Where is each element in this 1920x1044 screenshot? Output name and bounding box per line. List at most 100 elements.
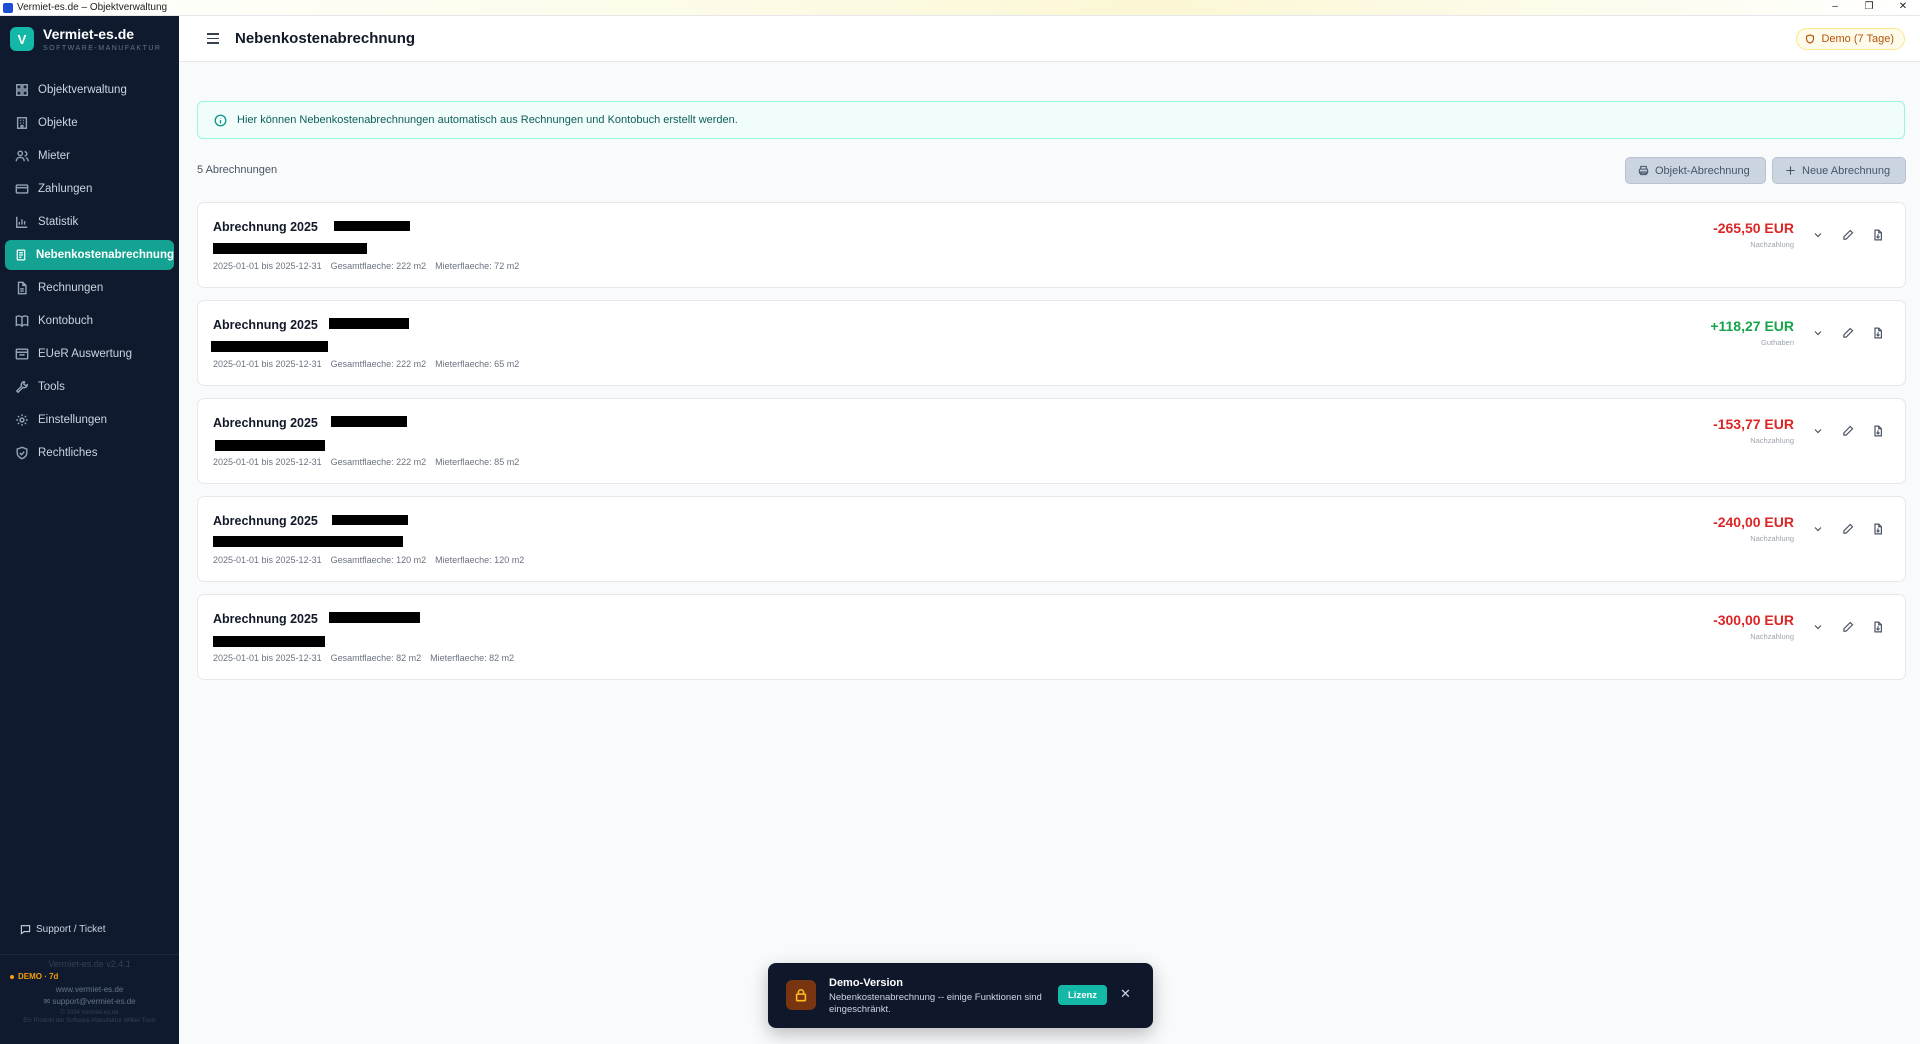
- object-statement-button[interactable]: Objekt-Abrechnung: [1625, 157, 1766, 184]
- chevron-down-icon: [1814, 331, 1822, 336]
- statement-tenant-area: Mieterflaeche: 65 m2: [435, 359, 520, 369]
- statement-card[interactable]: Abrechnung 2025 2025-01-01 bis 2025-12-3…: [197, 202, 1906, 288]
- toast-message: Nebenkostenabrechnung -- einige Funktion…: [829, 992, 1042, 1015]
- export-pdf-button[interactable]: [1869, 618, 1887, 636]
- shield-icon: [1806, 34, 1815, 44]
- edit-button[interactable]: [1839, 422, 1857, 440]
- demo-tag: DEMO · 7d: [10, 972, 58, 981]
- statement-amount: +118,27 EUR: [1710, 318, 1794, 334]
- maximize-button[interactable]: ❐: [1852, 0, 1886, 16]
- license-button[interactable]: Lizenz: [1058, 985, 1108, 1005]
- redacted-text: [332, 515, 408, 525]
- object-statement-label: Objekt-Abrechnung: [1655, 164, 1750, 177]
- sidebar-item-label: Rechnungen: [38, 282, 104, 294]
- edit-button[interactable]: [1839, 520, 1857, 538]
- expand-button[interactable]: [1809, 226, 1827, 244]
- statement-amount-type: Nachzahlung: [1750, 436, 1794, 445]
- support-email-link[interactable]: ✉ support@vermiet-es.de: [0, 997, 179, 1006]
- sidebar-item-zahlungen[interactable]: Zahlungen: [5, 174, 174, 204]
- statement-title: Abrechnung 2025: [213, 514, 318, 528]
- support-email: support@vermiet-es.de: [52, 997, 136, 1006]
- brand[interactable]: V Vermiet-es.de SOFTWARE-MANUFAKTUR: [0, 16, 179, 62]
- sidebar-item-nebenkostenabrechnung[interactable]: Nebenkostenabrechnung: [5, 240, 174, 270]
- file-export-icon: [1874, 523, 1882, 535]
- new-statement-button[interactable]: Neue Abrechnung: [1772, 157, 1906, 184]
- expand-button[interactable]: [1809, 324, 1827, 342]
- statement-amount: -240,00 EUR: [1713, 514, 1794, 530]
- edit-button[interactable]: [1839, 324, 1857, 342]
- statement-card[interactable]: Abrechnung 2025 2025-01-01 bis 2025-12-3…: [197, 594, 1906, 680]
- expand-button[interactable]: [1809, 422, 1827, 440]
- info-icon: [214, 114, 227, 126]
- export-pdf-button[interactable]: [1869, 324, 1887, 342]
- demo-badge[interactable]: Demo (7 Tage): [1796, 28, 1905, 50]
- statement-meta: 2025-01-01 bis 2025-12-31 Gesamtflaeche:…: [213, 555, 524, 565]
- sidebar-item-kontobuch[interactable]: Kontobuch: [5, 306, 174, 336]
- edit-button[interactable]: [1839, 618, 1857, 636]
- redacted-text: [215, 440, 325, 451]
- wrench-icon: [15, 381, 29, 394]
- redacted-text: [329, 612, 420, 623]
- statement-title: Abrechnung 2025: [213, 416, 318, 430]
- message-icon: [20, 925, 31, 935]
- statement-period: 2025-01-01 bis 2025-12-31: [213, 359, 322, 369]
- chevron-down-icon: [1814, 527, 1822, 532]
- sidebar-item-mieter[interactable]: Mieter: [5, 141, 174, 171]
- brand-logo: V: [10, 27, 34, 51]
- pencil-icon: [1843, 229, 1854, 240]
- statement-card[interactable]: Abrechnung 2025 2025-01-01 bis 2025-12-3…: [197, 496, 1906, 582]
- support-label: Support / Ticket: [36, 924, 106, 935]
- sidebar-item-statistik[interactable]: Statistik: [5, 207, 174, 237]
- info-banner: Hier können Nebenkostenabrechnungen auto…: [197, 101, 1905, 139]
- app-icon: [3, 2, 13, 13]
- expand-button[interactable]: [1809, 618, 1827, 636]
- sidebar-item-euer-auswertung[interactable]: EUeR Auswertung: [5, 339, 174, 369]
- window-title: Vermiet-es.de – Objektverwaltung: [17, 2, 168, 13]
- statement-total-area: Gesamtflaeche: 222 m2: [330, 457, 427, 467]
- statement-total-area: Gesamtflaeche: 222 m2: [330, 359, 427, 369]
- statement-tenant-area: Mieterflaeche: 82 m2: [430, 653, 515, 663]
- export-pdf-button[interactable]: [1869, 520, 1887, 538]
- sidebar-item-label: Nebenkostenabrechnung: [35, 249, 174, 261]
- page-header: Nebenkostenabrechnung Demo (7 Tage): [179, 16, 1920, 62]
- toast-title: Demo-Version: [829, 977, 903, 989]
- sidebar-item-rechtliches[interactable]: Rechtliches: [5, 438, 174, 468]
- sidebar-item-einstellungen[interactable]: Einstellungen: [5, 405, 174, 435]
- sidebar-item-label: EUeR Auswertung: [38, 348, 132, 360]
- sidebar-item-objekte[interactable]: Objekte: [5, 108, 174, 138]
- statement-meta: 2025-01-01 bis 2025-12-31 Gesamtflaeche:…: [213, 359, 519, 369]
- sidebar-item-label: Einstellungen: [38, 414, 108, 426]
- users-icon: [15, 150, 29, 162]
- export-pdf-button[interactable]: [1869, 226, 1887, 244]
- export-pdf-button[interactable]: [1869, 422, 1887, 440]
- window-titlebar: Vermiet-es.de – Objektverwaltung – ❐ ✕: [0, 0, 1920, 16]
- sidebar-item-rechnungen[interactable]: Rechnungen: [5, 273, 174, 303]
- chevron-down-icon: [1814, 429, 1822, 434]
- statement-card[interactable]: Abrechnung 2025 2025-01-01 bis 2025-12-3…: [197, 398, 1906, 484]
- sidebar-item-objektverwaltung[interactable]: Objektverwaltung: [5, 75, 174, 105]
- window-controls: – ❐ ✕: [1818, 0, 1920, 16]
- lock-icon: [786, 980, 816, 1010]
- statement-amount-type: Nachzahlung: [1750, 240, 1794, 249]
- minimize-button[interactable]: –: [1818, 0, 1852, 16]
- receipt-icon: [16, 249, 26, 261]
- statement-card[interactable]: Abrechnung 2025 2025-01-01 bis 2025-12-3…: [197, 300, 1906, 386]
- sidebar: V Vermiet-es.de SOFTWARE-MANUFAKTUR Obje…: [0, 16, 179, 1044]
- file-export-icon: [1874, 425, 1882, 437]
- menu-toggle-button[interactable]: [203, 29, 223, 49]
- statement-total-area: Gesamtflaeche: 222 m2: [330, 261, 427, 271]
- statement-period: 2025-01-01 bis 2025-12-31: [213, 261, 322, 271]
- statement-amount: -265,50 EUR: [1713, 220, 1794, 236]
- close-icon[interactable]: ✕: [1120, 987, 1131, 1001]
- statement-period: 2025-01-01 bis 2025-12-31: [213, 457, 322, 467]
- edit-button[interactable]: [1839, 226, 1857, 244]
- building-icon: [16, 117, 28, 129]
- sidebar-item-label: Mieter: [38, 150, 70, 162]
- close-window-button[interactable]: ✕: [1886, 0, 1920, 16]
- statement-count: 5 Abrechnungen: [197, 164, 278, 176]
- sidebar-item-label: Zahlungen: [38, 183, 93, 195]
- website-link[interactable]: www.vermiet-es.de: [0, 985, 179, 994]
- support-ticket-link[interactable]: Support / Ticket: [20, 924, 105, 935]
- expand-button[interactable]: [1809, 520, 1827, 538]
- sidebar-item-tools[interactable]: Tools: [5, 372, 174, 402]
